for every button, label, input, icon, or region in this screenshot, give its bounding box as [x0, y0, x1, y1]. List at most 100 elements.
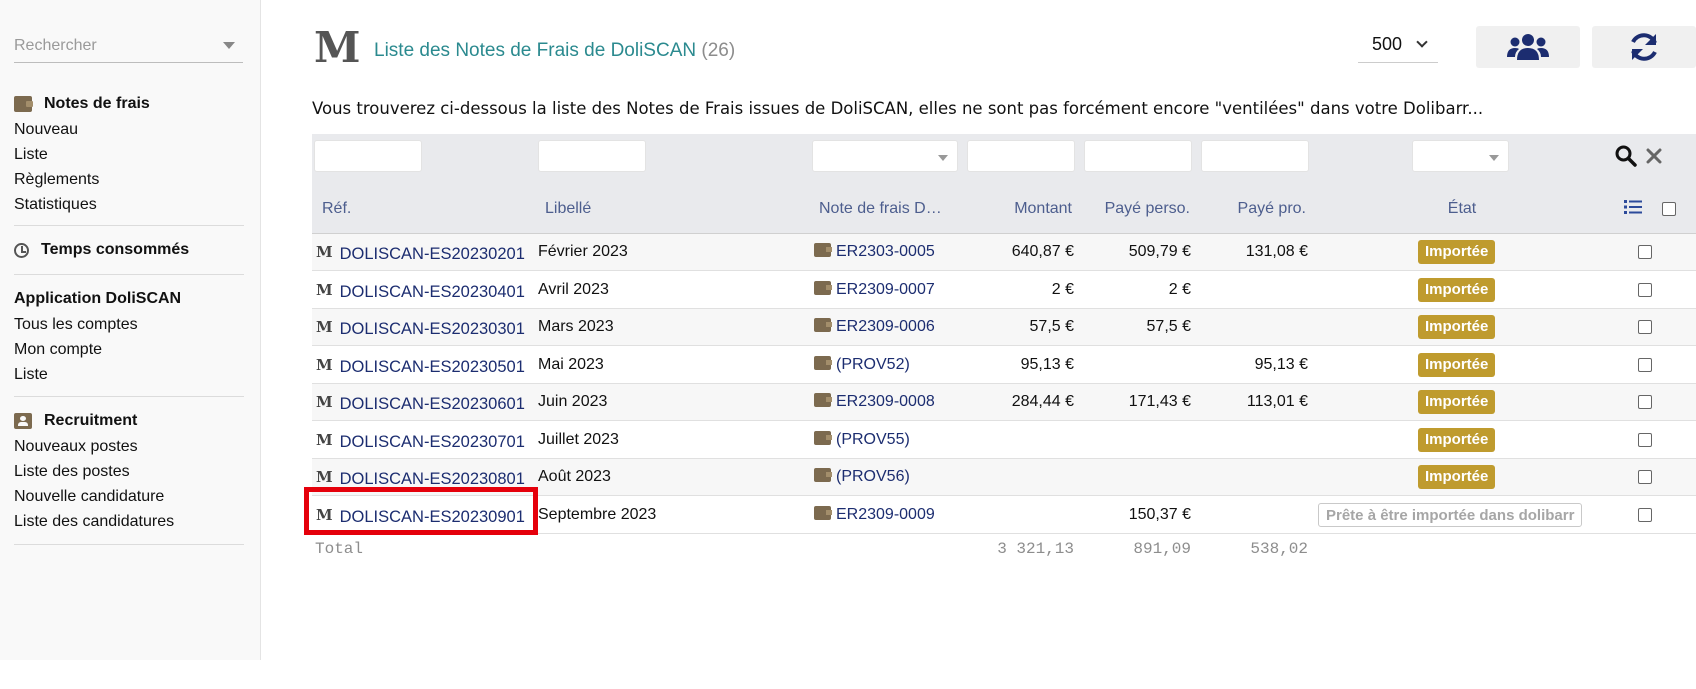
ref-link[interactable]: DOLISCAN-ES20230401	[340, 283, 525, 301]
table-row: M DOLISCAN-ES20230501 Mai 2023 (PROV52) 95,1…	[312, 346, 1696, 384]
menu-divider	[14, 396, 244, 397]
ndf-link[interactable]: (PROV55)	[836, 431, 910, 448]
clear-filter-icon[interactable]	[1645, 147, 1663, 165]
cell-montant	[952, 422, 1074, 459]
chevron-down-icon	[1416, 36, 1428, 48]
page-limit-select[interactable]: 500	[1358, 27, 1438, 63]
column-header-paye-perso[interactable]: Payé perso.	[1062, 184, 1190, 234]
column-header-paye-pro[interactable]: Payé pro.	[1182, 184, 1306, 234]
filter-ndf-select[interactable]	[812, 140, 958, 172]
filter-libelle-input[interactable]	[538, 140, 646, 172]
cell-ref: M DOLISCAN-ES20230301	[316, 309, 525, 346]
search-select[interactable]: Rechercher	[14, 30, 243, 63]
filter-paye-perso-input[interactable]	[1084, 140, 1192, 172]
status-badge: Prête à être importée dans dolibarr	[1318, 502, 1583, 527]
row-checkbox[interactable]	[1638, 432, 1652, 447]
table-row: M DOLISCAN-ES20230401 Avril 2023 ER2309-000…	[312, 271, 1696, 309]
doliscan-m-icon: M	[316, 393, 333, 411]
ref-link[interactable]: DOLISCAN-ES20230601	[340, 395, 525, 413]
menu-item-statistiques[interactable]: Statistiques	[14, 192, 244, 217]
select-all-checkbox[interactable]	[1662, 202, 1676, 216]
menu-head-temps-consommes[interactable]: Temps consommés	[14, 237, 244, 263]
ref-link[interactable]: DOLISCAN-ES20230501	[340, 358, 525, 376]
cell-paye-pro	[1188, 272, 1308, 309]
menu-item-nouvelle-candidature[interactable]: Nouvelle candidature	[14, 484, 244, 509]
cell-libelle: Février 2023	[538, 243, 628, 260]
ndf-link[interactable]: (PROV52)	[836, 356, 910, 373]
filter-ref-input[interactable]	[314, 140, 422, 172]
cell-libelle: Avril 2023	[538, 280, 609, 298]
page-title-text: Liste des Notes de Frais de DoliSCAN	[374, 40, 697, 61]
menu-title: Notes de frais	[44, 95, 150, 112]
intro-text: Vous trouverez ci-dessous la liste des N…	[312, 99, 1484, 118]
menu-item-liste[interactable]: Liste	[14, 142, 244, 167]
doliscan-logo: M	[314, 23, 361, 72]
menu-head-application-doliscan[interactable]: Application DoliSCAN	[14, 286, 244, 312]
ndf-link[interactable]: ER2309-0008	[836, 393, 935, 410]
ref-link[interactable]: DOLISCAN-ES20230801	[340, 470, 525, 488]
menu-item-liste-des-candidatures[interactable]: Liste des candidatures	[14, 509, 244, 534]
status-badge: Importée	[1418, 427, 1496, 452]
column-header-ndf[interactable]: Note de frais D…	[819, 184, 942, 234]
menu-item-mon-compte[interactable]: Mon compte	[14, 337, 244, 362]
ref-link[interactable]: DOLISCAN-ES20230701	[340, 433, 525, 451]
status-badge: Importée	[1418, 277, 1496, 302]
row-checkbox[interactable]	[1638, 395, 1652, 409]
refresh-icon	[1631, 33, 1657, 61]
cell-libelle: Mars 2023	[538, 318, 614, 335]
cell-paye-pro	[1188, 459, 1308, 496]
search-icon[interactable]	[1614, 144, 1638, 168]
menu-item-reglements[interactable]: Règlements	[14, 167, 244, 192]
menu-title: Temps consommés	[41, 241, 190, 258]
menu-item-nouveau[interactable]: Nouveau	[14, 117, 244, 142]
ndf-link[interactable]: ER2309-0009	[836, 506, 935, 523]
ndf-link[interactable]: ER2309-0006	[836, 318, 935, 335]
ndf-link[interactable]: ER2309-0007	[836, 281, 935, 298]
column-header-montant[interactable]: Montant	[952, 184, 1072, 234]
users-icon	[1507, 34, 1549, 60]
users-button[interactable]	[1476, 26, 1580, 68]
cell-paye-perso: 150,37 €	[1128, 505, 1191, 523]
menu-head-notes-de-frais[interactable]: Notes de frais	[14, 91, 244, 117]
cell-ndf: ER2309-0007	[814, 272, 935, 309]
page-limit-value: 500	[1372, 34, 1403, 54]
total-paye-pro: 538,02	[1250, 540, 1308, 558]
ref-link[interactable]: DOLISCAN-ES20230201	[340, 245, 525, 263]
cell-montant	[952, 459, 1074, 496]
row-checkbox[interactable]	[1638, 357, 1652, 372]
row-checkbox[interactable]	[1638, 320, 1652, 334]
cell-ndf: (PROV56)	[814, 459, 910, 496]
menu-divider	[14, 544, 244, 545]
menu-item-liste[interactable]: Liste	[14, 362, 244, 387]
column-header-ref[interactable]: Réf.	[322, 184, 351, 234]
list-columns-icon[interactable]	[1624, 199, 1642, 215]
wallet-icon	[814, 505, 832, 520]
cell-ndf: ER2309-0008	[814, 384, 935, 421]
ndf-link[interactable]: (PROV56)	[836, 468, 910, 485]
menu-head-recruitment[interactable]: Recruitment	[14, 408, 244, 434]
caret-down-icon[interactable]	[223, 42, 235, 49]
row-checkbox[interactable]	[1638, 282, 1652, 297]
cell-ndf: ER2309-0006	[814, 309, 935, 346]
table-row: M DOLISCAN-ES20230701 Juillet 2023 (PROV55)…	[312, 421, 1696, 459]
doliscan-m-icon: M	[316, 243, 333, 261]
menu-divider	[14, 274, 244, 275]
ref-link[interactable]: DOLISCAN-ES20230301	[340, 320, 525, 338]
ndf-link[interactable]: ER2303-0005	[836, 243, 935, 260]
filter-paye-pro-input[interactable]	[1201, 140, 1309, 172]
doliscan-m-icon: M	[316, 468, 333, 486]
total-paye-perso: 891,09	[1133, 540, 1191, 558]
row-checkbox[interactable]	[1638, 507, 1652, 522]
menu-item-nouveaux-postes[interactable]: Nouveaux postes	[14, 434, 244, 459]
filter-montant-input[interactable]	[967, 140, 1075, 172]
menu-item-tous-les-comptes[interactable]: Tous les comptes	[14, 312, 244, 337]
filter-etat-select[interactable]	[1412, 140, 1509, 172]
column-header-libelle[interactable]: Libellé	[545, 184, 591, 234]
refresh-button[interactable]	[1592, 26, 1696, 68]
status-badge: Importée	[1418, 465, 1496, 489]
menu-item-liste-des-postes[interactable]: Liste des postes	[14, 459, 244, 484]
row-checkbox[interactable]	[1638, 470, 1652, 484]
column-header-etat[interactable]: État	[1392, 184, 1532, 234]
total-row: Total 3 321,13 891,09 538,02	[312, 535, 1696, 563]
row-checkbox[interactable]	[1638, 245, 1652, 259]
